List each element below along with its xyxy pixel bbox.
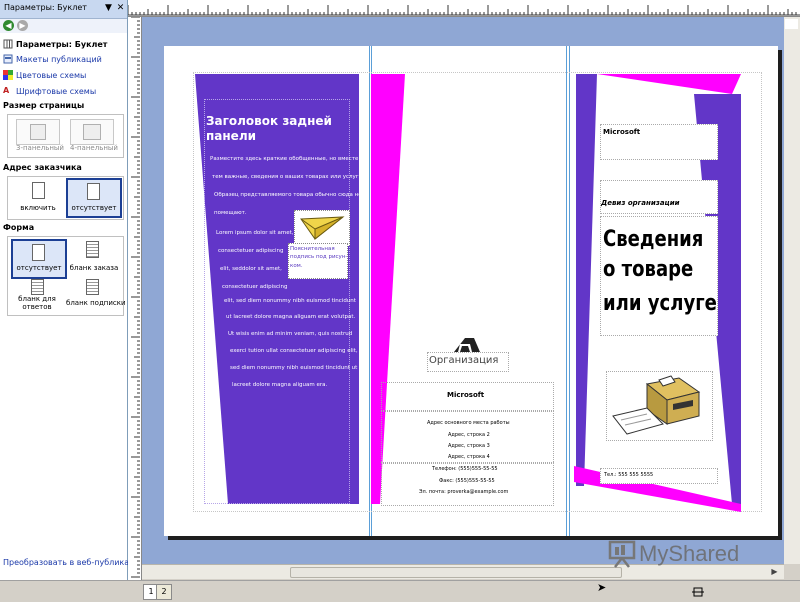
task-pane-close-button[interactable]: ✕ (115, 2, 126, 14)
presentation-board-icon (608, 540, 636, 568)
customer-address-heading: Адрес заказчика (3, 163, 82, 172)
contact-line: Факс: (555)555-55-55 (439, 478, 495, 484)
link-label: Шрифтовые схемы (16, 86, 97, 96)
brochure-options-icon (3, 39, 13, 49)
page-size-4-panel-option[interactable] (70, 119, 114, 145)
object-size-icon (692, 583, 704, 597)
intro-line: помещают. (214, 210, 247, 216)
link-label: Цветовые схемы (16, 70, 87, 80)
address-line: Адрес, строка 4 (448, 454, 490, 460)
form-options: отсутствует бланк заказа бланк для ответ… (7, 236, 126, 316)
vertical-ruler[interactable] (128, 17, 142, 580)
page-size-3-panel-label: 3-панельный (16, 144, 64, 152)
page-size-options: 3-панельный 4-панельный (7, 114, 124, 158)
page-size-heading: Размер страницы (3, 101, 85, 110)
page-tab-2[interactable]: 2 (156, 584, 172, 600)
back-arrow-icon[interactable]: ◀ (3, 20, 14, 31)
task-pane-menu-button[interactable]: ▼ (103, 2, 114, 14)
lorem-line: consectetuer adipiscing (218, 248, 284, 254)
lorem-line: consectetuer adipiscing (222, 284, 288, 290)
right-panel-purple-left (576, 74, 597, 486)
status-bar: 1 2 ➤ (0, 580, 800, 601)
task-pane: Параметры: Буклет ▼ ✕ ◀ ▶ Параметры: Бук… (0, 0, 154, 580)
title-line: о товаре (603, 257, 694, 282)
address-line: Адрес, строка 2 (448, 432, 490, 438)
intro-line: тем важные, сведения о ваших товарах или… (212, 174, 368, 180)
form-order-label: бланк заказа (69, 264, 119, 272)
link-label: Параметры: Буклет (16, 39, 108, 49)
link-color-schemes[interactable]: Цветовые схемы (3, 68, 86, 82)
font-schemes-icon: A (3, 86, 10, 95)
forward-arrow-icon[interactable]: ▶ (17, 20, 28, 31)
right-company-name: Microsoft (603, 128, 641, 136)
lorem-line: Ut wisis enim ad minim veniam, quis nost… (228, 331, 353, 337)
address-line: Адрес основного места работы (427, 420, 510, 426)
address-include-label: включить (20, 204, 56, 212)
form-none-option[interactable] (11, 239, 67, 279)
right-phone: Тел.: 555 555 5555 (604, 472, 654, 478)
link-label: Макеты публикаций (16, 54, 102, 64)
right-panel-magenta-top (597, 74, 741, 94)
address-line: Адрес, строка 3 (448, 443, 490, 449)
middle-company-name: Microsoft (447, 391, 485, 399)
form-none-label: отсутствует (16, 264, 62, 272)
watermark-text: MyShared (639, 541, 740, 566)
paper-plane-icon[interactable] (294, 210, 350, 246)
vertical-scrollbar[interactable] (784, 17, 800, 564)
slogan-frame[interactable] (600, 180, 718, 214)
back-panel-heading[interactable]: Заголовок задней панели (206, 114, 346, 144)
title-line: или услуге (603, 291, 717, 316)
page-size-4-panel-label: 4-панельный (70, 144, 118, 152)
contact-line: Эл. почта: proverka@example.com (419, 489, 509, 495)
lorem-line: elit, sed diem nonummy nibh euismod tinc… (224, 298, 356, 304)
caption-line: ком. (290, 263, 303, 269)
address-none-option[interactable] (66, 178, 122, 218)
slogan-text: Девиз организации (601, 199, 680, 207)
lorem-line: lacreet dolore magna aliguam era. (232, 382, 328, 388)
caption-line: Пояснительная (290, 246, 335, 252)
address-none-label: отсутствует (71, 204, 117, 212)
printer-icon[interactable] (606, 371, 713, 441)
link-publication-designs[interactable]: Макеты публикаций (3, 52, 102, 66)
link-brochure-options[interactable]: Параметры: Буклет (3, 37, 107, 51)
publication-designs-icon (3, 54, 13, 64)
lorem-line: sed diem nonummy nibh euismod tincidunt … (230, 365, 358, 371)
lorem-line: ut lacreet dolore magna aliguam erat vol… (226, 314, 356, 320)
color-schemes-icon (3, 70, 13, 80)
form-heading: Форма (3, 223, 35, 232)
organization-label: Организация (429, 355, 499, 366)
link-font-schemes[interactable]: A Шрифтовые схемы (3, 84, 96, 98)
lorem-line: Lorem ipsum dolor sit amet, (216, 230, 294, 236)
intro-line: Разместите здесь краткие обобщенные, но … (210, 156, 364, 162)
brochure-page[interactable]: Заголовок задней панели Разместите здесь… (164, 46, 778, 536)
horizontal-ruler[interactable] (128, 0, 800, 17)
form-response-label: бланк для ответов (18, 295, 56, 311)
title-line: Сведения (603, 227, 704, 252)
intro-line: Образец представляемого товара обычно сю… (214, 192, 362, 198)
form-subscription-label: бланк подписки (66, 299, 126, 307)
task-pane-title: Параметры: Буклет (4, 3, 87, 12)
caption-line: подпись под рисун- (290, 254, 348, 260)
contact-line: Телефон: (555)555-55-55 (432, 466, 498, 472)
task-pane-header: Параметры: Буклет ▼ ✕ (0, 0, 127, 19)
watermark: MyShared (607, 538, 777, 572)
cursor-arrow-icon: ➤ (597, 581, 607, 594)
lorem-line: exerci tution ullat consectetuer adipisc… (230, 348, 358, 354)
task-pane-nav: ◀ ▶ (0, 19, 127, 33)
lorem-line: elit, seddolor sit amet, (220, 266, 282, 272)
customer-address-options: включить отсутствует (7, 176, 124, 220)
page-size-3-panel-option[interactable] (16, 119, 60, 145)
horizontal-scroll-thumb[interactable] (290, 567, 622, 578)
